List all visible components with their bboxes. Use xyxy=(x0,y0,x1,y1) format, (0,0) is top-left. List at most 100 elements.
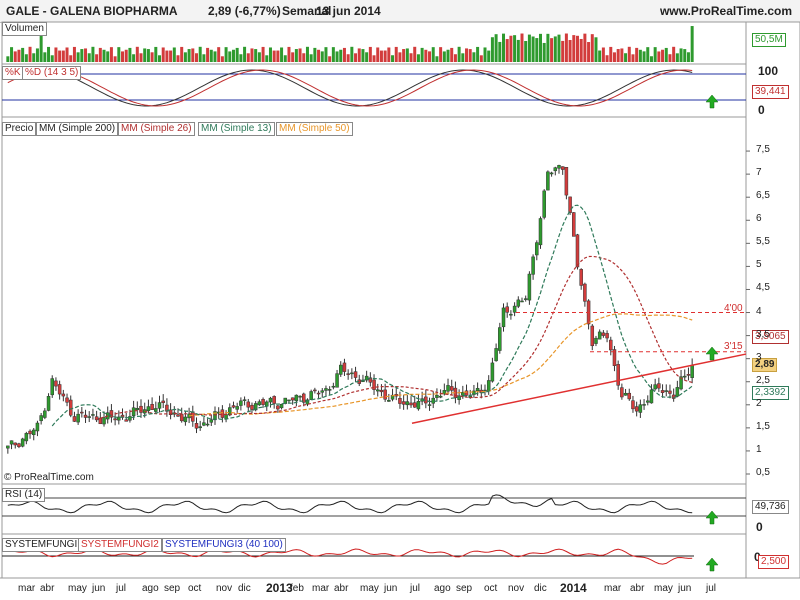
volume-bar xyxy=(472,52,476,62)
volume-bar xyxy=(413,46,417,62)
candle-body xyxy=(401,401,406,405)
volume-bar xyxy=(509,35,513,62)
x-tick-label: jul xyxy=(116,583,127,594)
x-tick-label: may xyxy=(68,583,87,594)
stoch-axis-100: 100 xyxy=(758,64,779,78)
volume-bar xyxy=(254,49,258,62)
volume-bar xyxy=(502,33,506,62)
candle-body xyxy=(257,401,262,406)
volume-bar xyxy=(524,40,528,62)
volume-bar xyxy=(664,47,668,62)
volume-bar xyxy=(28,46,32,62)
volume-bar xyxy=(587,42,591,62)
volume-bar xyxy=(10,47,14,62)
volume-bar xyxy=(483,47,487,62)
volume-bar xyxy=(206,47,210,62)
candle-body xyxy=(46,396,51,411)
x-tick-label: sep xyxy=(456,583,473,594)
volume-bar xyxy=(531,36,535,62)
volume-bar xyxy=(135,46,139,62)
x-tick-label: jul xyxy=(706,583,717,594)
candle-body xyxy=(405,401,410,406)
volume-bar xyxy=(675,53,679,62)
candle-body xyxy=(98,417,103,425)
candle-body xyxy=(653,384,657,390)
y-tick-label: 2 xyxy=(756,397,762,409)
candle-body xyxy=(350,372,354,375)
candle-body xyxy=(449,386,454,391)
volume-bar xyxy=(653,47,657,62)
candle-body xyxy=(131,407,136,416)
candle-body xyxy=(616,364,620,386)
candle-body xyxy=(335,373,339,388)
candle-body xyxy=(80,411,84,414)
volume-bar xyxy=(609,46,613,62)
candle-body xyxy=(660,390,665,393)
volume-bar xyxy=(246,53,250,62)
volume-bar xyxy=(494,34,498,62)
candle-body xyxy=(194,423,199,429)
x-tick-label: mar xyxy=(18,583,36,594)
candle-body xyxy=(409,402,413,406)
systemfungi-title: SYSTEMFUNGI xyxy=(2,538,81,552)
volume-bar xyxy=(172,47,176,62)
candle-body xyxy=(68,399,73,416)
candle-body xyxy=(294,394,299,402)
volume-bar xyxy=(209,49,213,62)
y-tick-label: 7,5 xyxy=(756,144,770,156)
panel-frame-3 xyxy=(1,483,747,535)
x-tick-label: sep xyxy=(164,583,181,594)
volume-bar xyxy=(683,49,687,62)
candle-body xyxy=(627,392,632,400)
candle-body xyxy=(72,416,77,422)
candle-body xyxy=(579,269,583,286)
volume-bar xyxy=(95,54,99,62)
volume-bar xyxy=(220,56,224,62)
volume-bar xyxy=(257,52,261,62)
volume-bar xyxy=(350,46,354,62)
stoch-d-title: %D (14 3 5) xyxy=(22,66,82,80)
volume-bar xyxy=(47,46,51,62)
volume-bar xyxy=(231,49,235,62)
volume-bar xyxy=(383,50,387,62)
volume-bar xyxy=(32,53,36,62)
volume-bar xyxy=(686,52,690,62)
candle-body xyxy=(690,365,694,378)
volume-bar xyxy=(87,53,91,62)
candle-body xyxy=(490,362,495,382)
volume-bar xyxy=(180,46,184,62)
candle-body xyxy=(231,405,236,408)
x-tick-label: abr xyxy=(334,583,349,594)
volume-bar xyxy=(235,47,239,62)
mm26-title: MM (Simple 26) xyxy=(118,122,195,136)
volume-bar xyxy=(124,49,128,62)
volume-bar xyxy=(624,53,628,62)
candle-body xyxy=(17,443,21,448)
candle-body xyxy=(94,416,99,421)
right-axis-frame xyxy=(745,21,800,579)
candle-body xyxy=(246,401,251,408)
volume-bar xyxy=(572,35,576,62)
volume-bar xyxy=(354,53,358,62)
candle-body xyxy=(250,404,254,410)
volume-bar xyxy=(428,51,432,62)
volume-bar xyxy=(6,56,10,62)
candle-body xyxy=(320,390,325,393)
candle-body xyxy=(83,414,88,418)
volume-bar xyxy=(527,34,531,62)
candle-body xyxy=(575,234,580,268)
x-tick-label: dic xyxy=(238,583,251,594)
candle-body xyxy=(205,423,210,426)
candle-body xyxy=(657,383,661,389)
volume-bar xyxy=(379,50,383,62)
volume-bar xyxy=(387,47,391,62)
volume-bar xyxy=(328,56,332,62)
candle-body xyxy=(634,406,639,412)
y-tick-label: 1,5 xyxy=(756,420,770,432)
volume-bar xyxy=(335,51,339,62)
volume-bar xyxy=(568,40,572,62)
volume-bar xyxy=(243,46,247,62)
volume-bar xyxy=(150,52,154,62)
volume-bar xyxy=(627,46,631,62)
candle-body xyxy=(605,333,609,339)
